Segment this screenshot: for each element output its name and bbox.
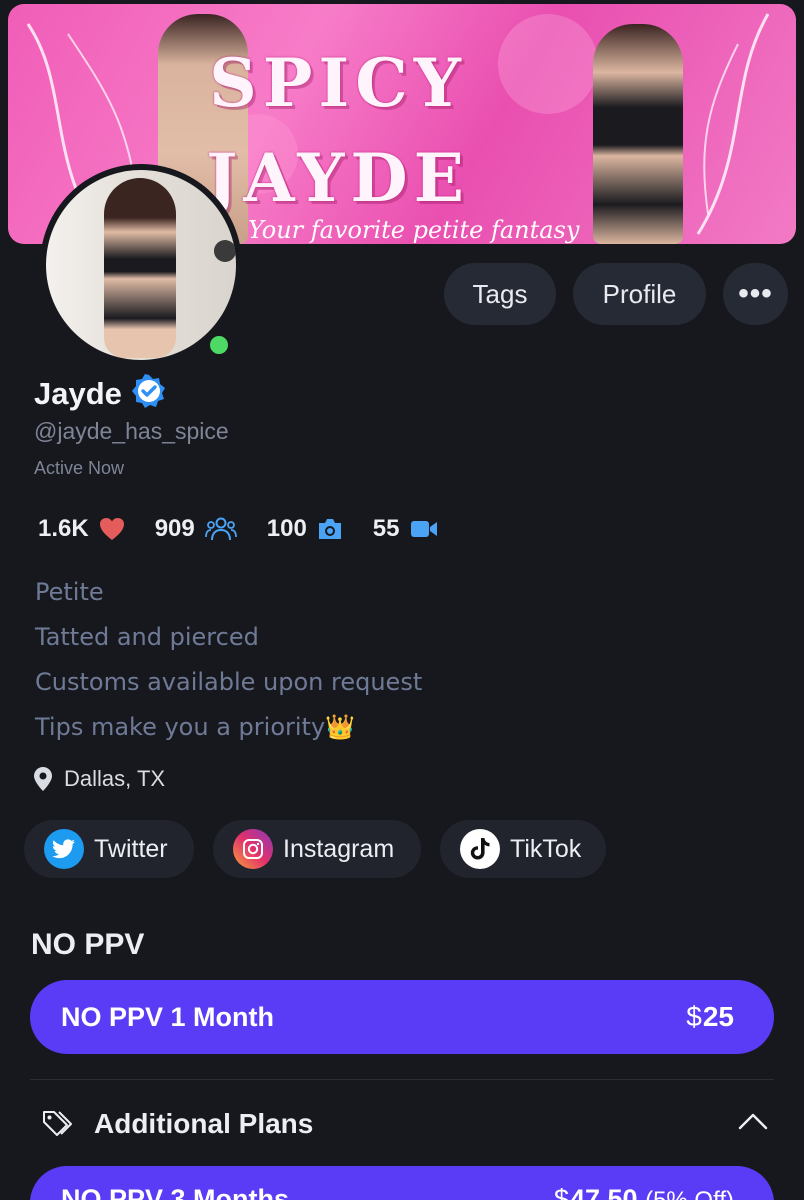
twitter-icon [44,829,84,869]
likes-count: 1.6K [38,515,89,542]
profile-stats: 1.6K 909 100 55 [38,515,468,543]
plan-label: NO PPV 3 Months [61,1184,290,1200]
profile-name: Jayde [34,375,122,411]
plan-price: $25 [686,1001,734,1032]
camera-icon [318,519,341,539]
video-icon [410,521,437,537]
tiktok-link[interactable]: TikTok [440,820,606,878]
tag-icon [43,1111,72,1136]
name-row: Jayde [34,374,166,413]
subscription-section-title: NO PPV [31,928,145,961]
tiktok-label: TikTok [510,834,582,863]
tags-button[interactable]: Tags [444,263,556,325]
chevron-up-icon[interactable] [738,1112,768,1130]
plan-label: NO PPV 1 Month [61,1001,275,1032]
instagram-icon [233,829,273,869]
stat-photos: 100 [267,515,343,543]
banner-tagline: Your favorite petite fantasy [248,216,580,244]
location-text: Dallas, TX [64,766,166,791]
bio-line: Tatted and pierced [35,623,259,651]
videos-count: 55 [372,515,400,542]
profile-handle: @jayde_has_spice [34,418,229,444]
divider [30,1079,774,1080]
stat-videos: 55 [373,515,438,543]
heart-icon [99,518,124,540]
tiktok-icon [460,829,500,869]
additional-plans-toggle[interactable]: Additional Plans [42,1108,772,1140]
instagram-label: Instagram [283,834,395,863]
instagram-link[interactable]: Instagram [213,820,421,878]
activity-status: Active Now [34,458,125,478]
stat-likes: 1.6K [38,515,125,543]
location-row: Dallas, TX [34,766,165,792]
fans-count: 909 [154,515,195,542]
verified-badge-icon [131,374,166,413]
bio-line: Tips make you a priority👑 [35,713,356,741]
plan-price: $47.50 (5% Off) [554,1184,734,1200]
profile-button[interactable]: Profile [573,263,706,325]
online-status-dot [207,333,231,357]
twitter-link[interactable]: Twitter [24,820,194,878]
photos-count: 100 [266,515,307,542]
more-options-button[interactable]: ••• [723,263,788,325]
profile-bio: Petite Tatted and pierced Customs availa… [35,575,422,755]
twitter-label: Twitter [94,834,168,863]
location-pin-icon [34,767,52,791]
bio-line: Customs available upon request [35,668,423,696]
avatar-image [46,170,236,360]
plan-discount: (5% Off) [645,1187,734,1200]
subscribe-plan-button[interactable]: NO PPV 1 Month $25 [30,980,774,1054]
banner-title-line1: SPICY [209,44,467,122]
additional-plans-title: Additional Plans [94,1108,314,1139]
bio-line: Petite [35,578,104,606]
stat-fans: 909 [155,515,237,543]
fans-icon [204,517,237,541]
subscribe-plan-button[interactable]: NO PPV 3 Months $47.50 (5% Off) [30,1166,774,1200]
